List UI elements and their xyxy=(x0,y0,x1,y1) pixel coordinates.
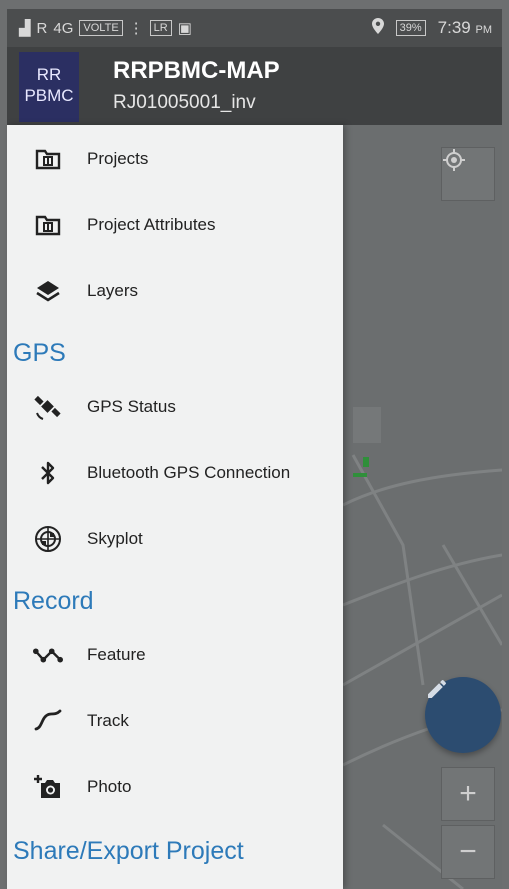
device-screen: ▟ R 4G VOLTE ⋮ LR ▣ 39% 7:39 PM RR PBMC … xyxy=(0,0,509,889)
image-notification-icon: ▣ xyxy=(177,20,192,37)
app-bar: RR PBMC RRPBMC-MAP RJ01005001_inv xyxy=(7,47,502,125)
drawer-item-gps-status[interactable]: GPS Status xyxy=(7,381,343,433)
drawer-item-projects[interactable]: Projects xyxy=(7,133,343,185)
drawer-item-photo[interactable]: Photo xyxy=(7,761,343,813)
signal-icon: ▟ xyxy=(19,20,31,37)
folder-icon xyxy=(33,210,63,240)
status-bar: ▟ R 4G VOLTE ⋮ LR ▣ 39% 7:39 PM xyxy=(7,9,502,47)
drawer-item-project-attributes[interactable]: Project Attributes xyxy=(7,199,343,251)
status-indicators: ▟ R 4G VOLTE ⋮ LR ▣ xyxy=(19,19,192,38)
zoom-out-button[interactable]: − xyxy=(441,825,495,879)
drawer-item-label: Photo xyxy=(87,777,132,796)
drawer-item-label: Track xyxy=(87,711,129,730)
drawer-item-layers[interactable]: Layers xyxy=(7,265,343,317)
drawer-item-label: Bluetooth GPS Connection xyxy=(87,463,291,482)
roaming-indicator: R xyxy=(36,19,48,37)
drawer-item-skyplot[interactable]: Skyplot xyxy=(7,513,343,565)
drawer-item-bluetooth-gps[interactable]: Bluetooth GPS Connection xyxy=(7,447,343,499)
status-system: 39% 7:39 PM xyxy=(371,18,492,38)
network-type-indicator: 4G xyxy=(53,19,74,37)
section-title-share-export: Share/Export Project xyxy=(13,837,244,865)
section-title-gps: GPS xyxy=(13,339,66,367)
section-title-record: Record xyxy=(13,587,94,615)
satellite-icon xyxy=(33,392,63,422)
clock: 7:39 PM xyxy=(438,18,492,38)
navigation-drawer: Projects Project Attributes Layers GPS G… xyxy=(7,125,343,889)
drawer-item-label: GPS Status xyxy=(87,397,176,416)
app-notification-badge: LR xyxy=(149,20,172,36)
polyline-icon xyxy=(33,640,63,670)
add-photo-icon xyxy=(33,772,63,802)
folder-icon xyxy=(33,144,63,174)
bluetooth-icon xyxy=(33,458,63,488)
drawer-item-label: Feature xyxy=(87,645,146,664)
edit-fab[interactable] xyxy=(425,677,501,753)
battery-indicator: 39% xyxy=(395,20,426,36)
drawer-item-track[interactable]: Track xyxy=(7,695,343,747)
drawer-item-label: Layers xyxy=(87,281,139,300)
layers-icon xyxy=(33,276,63,306)
map-view[interactable]: + − xyxy=(343,125,502,889)
drawer-item-label: Projects xyxy=(87,149,149,168)
volte-badge: VOLTE xyxy=(79,20,123,36)
project-name: RJ01005001_inv xyxy=(113,92,256,113)
drawer-item-feature[interactable]: Feature xyxy=(7,629,343,681)
clock-ampm: PM xyxy=(475,24,493,36)
app-title: RRPBMC-MAP xyxy=(113,57,280,84)
more-indicator: ⋮ xyxy=(128,20,144,37)
crosshair-icon xyxy=(443,149,465,171)
my-location-button[interactable] xyxy=(441,147,495,201)
app-logo[interactable]: RR PBMC xyxy=(19,52,79,122)
clock-time: 7:39 xyxy=(437,18,471,37)
pencil-icon xyxy=(428,679,446,698)
skyplot-icon xyxy=(33,524,63,554)
drawer-item-label: Skyplot xyxy=(87,529,143,548)
zoom-in-button[interactable]: + xyxy=(441,767,495,821)
track-icon xyxy=(33,706,63,736)
location-icon xyxy=(371,18,384,38)
logo-line-2: PBMC xyxy=(24,86,74,105)
drawer-item-label: Project Attributes xyxy=(87,215,216,234)
logo-line-1: RR xyxy=(36,65,62,84)
